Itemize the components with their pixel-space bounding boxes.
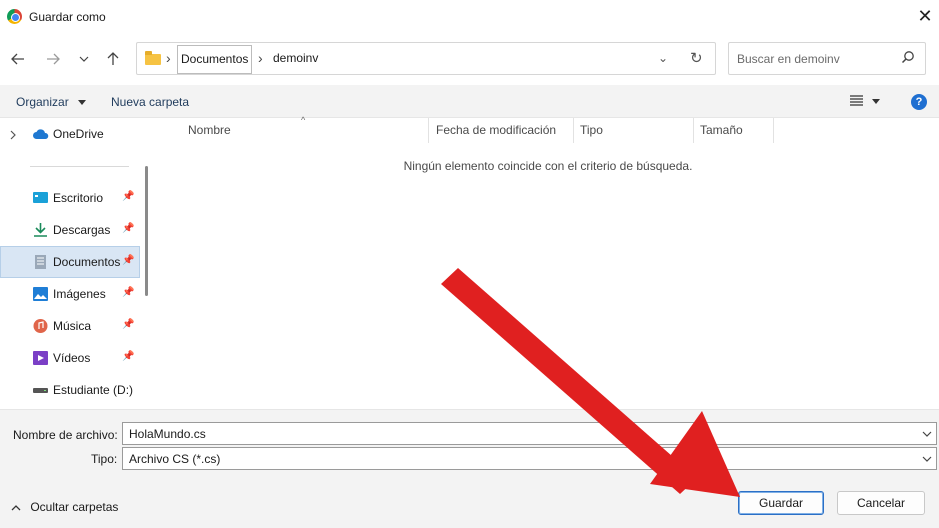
divider — [30, 166, 129, 167]
hide-folders-toggle[interactable]: Ocultar carpetas — [11, 500, 118, 514]
download-icon — [34, 223, 47, 237]
chevron-right-icon: › — [258, 50, 263, 66]
empty-message: Ningún elemento coincide con el criterio… — [403, 159, 693, 173]
music-icon — [33, 319, 48, 333]
arrow-up-icon — [107, 52, 119, 65]
sidebar-item-descargas[interactable]: Descargas 📌 — [0, 214, 140, 246]
search-input[interactable]: Buscar en demoinv — [737, 52, 840, 66]
view-options-icon[interactable] — [850, 95, 863, 106]
pin-icon: 📌 — [122, 319, 135, 330]
search-box[interactable]: Buscar en demoinv — [728, 42, 926, 75]
save-form: Nombre de archivo: HolaMundo.cs Tipo: Ar… — [0, 409, 939, 528]
forward-button[interactable] — [41, 47, 65, 71]
drive-icon — [33, 388, 48, 393]
column-divider[interactable] — [773, 118, 774, 143]
navigation-bar: › Documentos › demoinv ⌄ ↻ Buscar en dem… — [0, 33, 939, 85]
command-toolbar: Organizar Nueva carpeta ? — [0, 85, 939, 118]
help-icon[interactable]: ? — [911, 94, 927, 110]
sidebar-item-label: Vídeos — [53, 351, 91, 365]
address-bar[interactable]: › Documentos › demoinv ⌄ ↻ — [136, 42, 716, 75]
sidebar-item-label: Documentos — [53, 255, 121, 269]
filename-field[interactable]: HolaMundo.cs — [122, 422, 937, 445]
refresh-icon[interactable]: ↻ — [690, 49, 703, 67]
title-bar: Guardar como ✕ — [0, 0, 939, 33]
sidebar-item-videos[interactable]: Vídeos 📌 — [0, 342, 140, 374]
folder-icon — [145, 51, 161, 65]
navigation-pane: OneDrive Escritorio 📌 Descargas 📌 Docume… — [0, 118, 153, 409]
back-button[interactable] — [6, 47, 30, 71]
sidebar-item-label: Imágenes — [53, 287, 106, 301]
chevron-down-icon[interactable] — [922, 456, 932, 462]
arrow-right-icon — [47, 53, 60, 65]
sidebar-item-documentos[interactable]: Documentos 📌 — [0, 246, 140, 278]
column-divider[interactable] — [693, 118, 694, 143]
file-list: ^ Nombre Fecha de modificación Tipo Tama… — [157, 115, 939, 409]
search-icon[interactable] — [901, 50, 915, 64]
sidebar-item-label: Escritorio — [53, 191, 104, 205]
sidebar-item-label: Música — [53, 319, 92, 333]
organize-menu[interactable]: Organizar — [16, 95, 87, 109]
video-icon — [33, 351, 48, 365]
image-icon — [33, 287, 48, 301]
breadcrumb-demoinv[interactable]: demoinv — [270, 45, 321, 74]
type-select[interactable]: Archivo CS (*.cs) — [122, 447, 937, 470]
filename-label: Nombre de archivo: — [13, 428, 118, 442]
window-title: Guardar como — [29, 10, 106, 24]
pin-icon: 📌 — [122, 255, 135, 266]
sidebar-item-label: Estudiante (D:) — [53, 383, 134, 397]
sidebar-item-imagenes[interactable]: Imágenes 📌 — [0, 278, 140, 310]
type-value: Archivo CS (*.cs) — [129, 452, 221, 466]
column-divider[interactable] — [573, 118, 574, 143]
close-button[interactable]: ✕ — [911, 0, 939, 33]
chevron-down-icon — [79, 56, 89, 62]
sidebar-item-label: OneDrive — [53, 127, 104, 141]
desktop-icon — [33, 192, 48, 203]
chevron-right-icon: › — [166, 50, 171, 66]
recent-locations-button[interactable] — [72, 47, 96, 71]
sidebar-item-onedrive[interactable]: OneDrive — [0, 118, 140, 150]
save-button[interactable]: Guardar — [738, 491, 824, 515]
arrow-left-icon — [11, 53, 24, 65]
view-dropdown-icon[interactable] — [872, 99, 880, 104]
pin-icon: 📌 — [122, 287, 135, 298]
document-icon — [35, 255, 46, 269]
up-button[interactable] — [101, 47, 125, 71]
sidebar-item-musica[interactable]: Música 📌 — [0, 310, 140, 342]
chrome-icon — [7, 9, 22, 24]
cloud-icon — [33, 129, 49, 139]
chevron-up-icon — [11, 504, 21, 511]
column-header-tipo[interactable]: Tipo — [580, 124, 603, 144]
cancel-button[interactable]: Cancelar — [837, 491, 925, 515]
pin-icon: 📌 — [122, 191, 135, 202]
new-folder-button[interactable]: Nueva carpeta — [111, 95, 189, 109]
sort-ascending-icon: ^ — [301, 115, 306, 125]
column-header-nombre[interactable]: Nombre — [188, 124, 231, 144]
organize-label: Organizar — [16, 95, 69, 109]
hide-folders-label: Ocultar carpetas — [30, 500, 119, 514]
column-divider[interactable] — [428, 118, 429, 143]
scrollbar[interactable] — [145, 166, 148, 296]
column-header-fecha[interactable]: Fecha de modificación — [436, 124, 556, 144]
filename-input[interactable]: HolaMundo.cs — [129, 427, 206, 441]
dropdown-triangle-icon — [78, 100, 87, 106]
pin-icon: 📌 — [122, 351, 135, 362]
column-header-tamano[interactable]: Tamaño — [700, 124, 743, 144]
sidebar-item-estudiante-d[interactable]: Estudiante (D:) — [0, 374, 140, 406]
breadcrumb-documentos[interactable]: Documentos — [177, 45, 253, 74]
chevron-down-icon[interactable] — [922, 431, 932, 437]
type-label: Tipo: — [91, 452, 118, 466]
address-dropdown-icon[interactable]: ⌄ — [658, 51, 668, 65]
sidebar-item-label: Descargas — [53, 223, 111, 237]
chevron-right-icon[interactable] — [10, 130, 16, 140]
sidebar-item-escritorio[interactable]: Escritorio 📌 — [0, 182, 140, 214]
pin-icon: 📌 — [122, 223, 135, 234]
